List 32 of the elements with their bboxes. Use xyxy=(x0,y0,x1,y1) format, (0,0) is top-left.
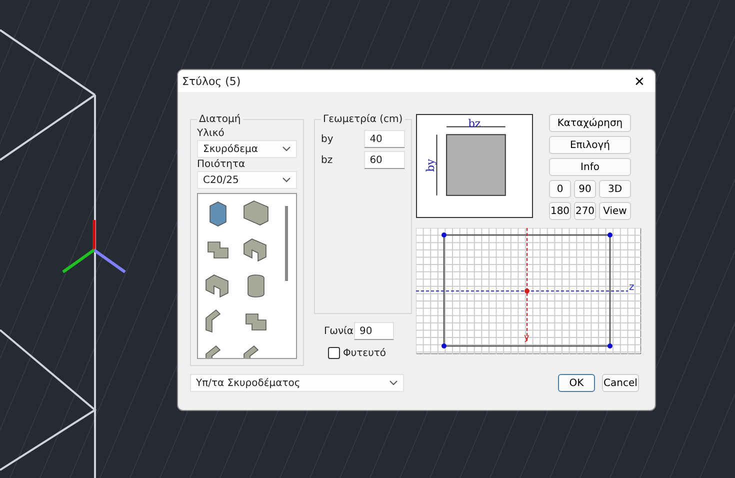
view-button[interactable]: 0 xyxy=(549,180,571,198)
view-button[interactable]: View xyxy=(599,202,631,220)
dialog-button[interactable]: OK xyxy=(558,374,595,392)
field-label: by xyxy=(321,134,334,144)
action-button[interactable]: Info xyxy=(549,158,631,176)
action-button[interactable]: Καταχώρηση xyxy=(549,114,631,132)
group-title: Διατομή xyxy=(198,114,242,125)
chevron-down-icon xyxy=(389,380,398,386)
action-button[interactable]: Επιλογή xyxy=(549,136,631,154)
quality-dropdown[interactable]: C20/25 xyxy=(197,171,297,189)
group-title: Γεωμετρία (cm) xyxy=(322,114,404,125)
angle-input[interactable]: 90 xyxy=(354,322,394,340)
dialog-button[interactable]: Cancel xyxy=(602,374,639,392)
section-preview-drawing: bz by xyxy=(416,114,533,218)
scrollbar-thumb[interactable] xyxy=(285,206,288,281)
view-button[interactable]: 3D xyxy=(599,180,631,198)
field-label: Ποιότητα xyxy=(197,159,246,170)
window-title: Στύλος (5) xyxy=(182,74,241,88)
dimension-input[interactable]: 40 xyxy=(364,130,405,148)
material-dropdown[interactable]: Σκυρόδεμα xyxy=(197,140,297,158)
close-button[interactable]: ✕ xyxy=(632,74,647,88)
chevron-down-icon xyxy=(282,146,291,152)
field-label: Υλικό xyxy=(197,128,226,139)
view-button[interactable]: 270 xyxy=(574,202,596,220)
field-label: Γωνία xyxy=(324,326,354,336)
view-button[interactable]: 180 xyxy=(549,202,571,220)
view-button[interactable]: 90 xyxy=(574,180,596,198)
chevron-down-icon xyxy=(282,177,291,183)
planted-checkbox[interactable]: Φυτευτό xyxy=(328,347,406,359)
dimension-input[interactable]: 60 xyxy=(364,151,405,169)
field-label: bz xyxy=(321,154,333,166)
properties-dropdown[interactable]: Υπ/τα Σκυροδέματος xyxy=(190,374,404,392)
